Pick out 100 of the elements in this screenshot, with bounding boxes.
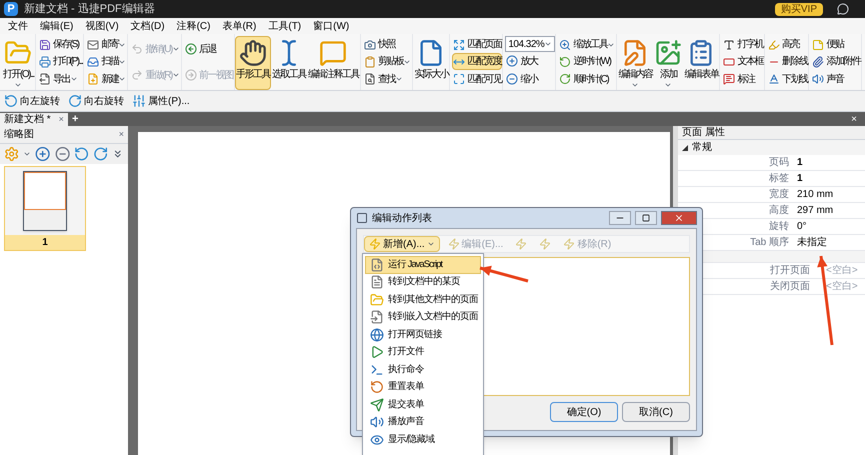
ribbon-button[interactable]: 邮寄 (86, 36, 128, 54)
ribbon-button[interactable]: 顺时针(C) (558, 70, 616, 88)
ribbon-button[interactable]: 逆时针(W) (558, 53, 616, 70)
ribbon-icon (38, 73, 51, 86)
ribbon-icon (812, 56, 824, 68)
ribbon-button[interactable]: 选取工具 (270, 36, 307, 90)
ribbon-icon (812, 73, 824, 86)
toolbar-button[interactable]: 向右旋转 (68, 94, 124, 108)
document-tab[interactable]: 新建文档 * × (0, 113, 68, 126)
rotate-right-icon[interactable] (93, 146, 108, 162)
menu-item[interactable]: 打开文件 (365, 344, 481, 361)
close-tab-button[interactable]: × (843, 113, 865, 126)
maximize-button[interactable] (635, 211, 657, 225)
ribbon-icon (559, 56, 572, 68)
ribbon-button[interactable]: 扫描 (86, 53, 128, 70)
menu-item[interactable]: 执行命令 (365, 361, 481, 378)
menu-item[interactable]: 提交表单 (365, 396, 481, 414)
ribbon-button[interactable]: 声音 (811, 70, 862, 88)
dialog-button[interactable]: 取消(C) (622, 402, 690, 422)
menu-item[interactable]: 显示/隐藏域 (365, 431, 481, 448)
ribbon-button[interactable]: 编辑表单 (683, 36, 720, 90)
ribbon-button[interactable]: 删除线 (766, 53, 808, 70)
ribbon-button[interactable]: 高亮 (766, 36, 808, 54)
ribbon-button[interactable]: 标注 (722, 70, 764, 88)
ribbon-button[interactable]: 文本框 (722, 53, 764, 70)
settings-icon[interactable] (4, 146, 20, 162)
property-name: 关闭页面 (769, 280, 811, 294)
ribbon-button[interactable]: 快照 (362, 36, 412, 54)
menu-item[interactable]: 转到文档中的某页 (365, 274, 481, 291)
toolbar-button[interactable]: 属性(P)... (132, 94, 190, 108)
menu-item[interactable]: 转到其他文档中的页面 (365, 291, 481, 308)
property-value: 0° (796, 220, 807, 234)
menu-item[interactable]: 文档(D) (130, 18, 165, 34)
ribbon-button[interactable]: 匹配页面 (452, 36, 502, 54)
property-value: 297 mm (796, 204, 834, 218)
section-label: 常规 (692, 140, 712, 155)
ribbon-icon (506, 73, 518, 86)
ribbon-button[interactable]: 打印(P)... (38, 53, 84, 70)
menu-item[interactable]: 运行 JavaScript (365, 256, 481, 274)
ribbon-button[interactable]: 放大 (505, 52, 556, 70)
ribbon-button[interactable]: 编辑内容 (617, 36, 654, 90)
ribbon-icon (559, 38, 572, 51)
lightning-icon (448, 238, 460, 250)
ribbon-button[interactable]: 缩小 (505, 70, 556, 88)
ribbon-icon (87, 38, 100, 51)
ribbon-icon (364, 56, 376, 68)
menu-item[interactable]: 转到嵌入文档中的页面 (365, 308, 481, 326)
section-header[interactable]: 常规 (678, 140, 865, 155)
page-thumbnail[interactable]: 1 (4, 166, 86, 251)
menu-item[interactable]: 重置表单 (365, 378, 481, 396)
zoom-out-icon[interactable] (54, 146, 70, 162)
ribbon-button[interactable]: 匹配宽度 (452, 53, 502, 70)
ribbon-button[interactable]: 导出 (38, 70, 84, 88)
ribbon-icon (723, 38, 736, 51)
ribbon-button[interactable]: 下划线 (766, 70, 808, 88)
menu-item[interactable]: 文件 (8, 18, 28, 34)
ribbon-button[interactable]: 实际大小 (413, 36, 450, 90)
ribbon-icon (364, 73, 376, 86)
menu-item[interactable]: 工具(T) (268, 18, 302, 34)
toolbar-button[interactable]: 向左旋转 (4, 94, 60, 108)
menu-item[interactable]: 表单(R) (222, 18, 256, 34)
ribbon-button[interactable]: 后退 (184, 40, 234, 58)
menu-item[interactable]: 注释(C) (176, 18, 210, 34)
property-value: 210 mm (796, 188, 834, 202)
ribbon-button[interactable]: 新建 (86, 70, 128, 88)
menu-item[interactable]: 窗口(W) (313, 18, 350, 34)
menu-item[interactable]: 视图(V) (85, 18, 119, 34)
ribbon-button[interactable]: 打字机 (722, 36, 764, 54)
ribbon-button[interactable]: 添加附件 (811, 53, 862, 70)
tab-close[interactable]: × (58, 112, 64, 126)
dialog-icon (356, 212, 368, 224)
menu-item[interactable]: 播放声音 (365, 414, 481, 431)
dialog-button[interactable]: 确定(O) (550, 402, 618, 422)
ribbon-button[interactable]: 便贴 (811, 36, 862, 54)
toolbar-button[interactable]: 新增(A)... (364, 236, 440, 252)
ribbon-button[interactable]: 匹配可见 (452, 70, 502, 88)
zoom-in-icon[interactable] (35, 146, 51, 162)
menu-icon (370, 292, 384, 307)
close-icon (674, 213, 684, 223)
menu-item[interactable]: 打开网页链接 (365, 326, 481, 344)
ribbon-button[interactable]: 缩放工具 (558, 36, 616, 54)
window-title: 新建文档 - 迅捷PDF编辑器 (24, 2, 155, 17)
ribbon-button[interactable]: 编辑注释工具 (306, 36, 360, 90)
property-name: 页码 (768, 156, 790, 170)
ribbon-button[interactable]: 添加 (653, 36, 684, 90)
ribbon-button[interactable]: 保存(S) (38, 36, 84, 54)
menu-item[interactable]: 编辑(E) (40, 18, 74, 34)
ribbon-icon (38, 38, 51, 51)
menu-icon (370, 258, 384, 272)
toolbar-icon (4, 94, 18, 108)
ribbon-button[interactable]: 查找 (362, 70, 412, 88)
ribbon-button[interactable]: 剪贴板 (362, 53, 412, 70)
zoom-field[interactable]: 104.32% (505, 36, 556, 52)
new-tab-button[interactable]: + (68, 113, 82, 126)
panel-close[interactable]: × (118, 128, 124, 142)
rotate-left-icon[interactable] (74, 146, 90, 162)
vip-button[interactable]: 购买VIP (774, 2, 823, 16)
ribbon-button[interactable]: 打开(O)... (2, 36, 35, 90)
chat-icon[interactable] (837, 3, 849, 15)
ribbon-button[interactable]: 手形工具 (234, 36, 271, 90)
